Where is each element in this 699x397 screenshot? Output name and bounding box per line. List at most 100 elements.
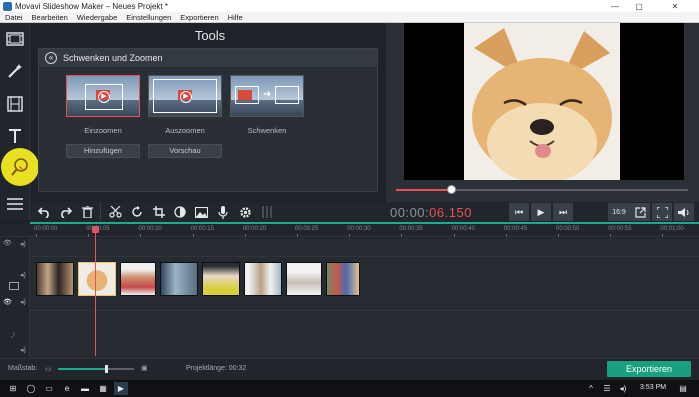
more-tools-button[interactable] — [1, 148, 39, 186]
volume-button[interactable] — [674, 203, 694, 221]
play-button[interactable]: ▶ — [531, 203, 551, 221]
titles-button[interactable] — [3, 124, 27, 148]
redo-button[interactable] — [56, 203, 74, 221]
ruler-tick — [401, 234, 403, 237]
rotate-icon — [132, 206, 142, 217]
close-button[interactable]: ✕ — [651, 0, 699, 12]
store-icon[interactable]: ▦ — [96, 382, 110, 395]
skip-back-icon: ⏮ — [514, 206, 524, 217]
volume-small-icon[interactable]: ◂) — [20, 298, 26, 306]
network-icon[interactable]: ☰ — [600, 382, 614, 395]
trash-icon — [81, 206, 93, 218]
volume-small-icon[interactable]: ◂) — [20, 271, 26, 279]
ruler-time-label: 00:00:00 — [34, 226, 58, 232]
slide-clip[interactable] — [202, 262, 240, 296]
play-icon: ▶ — [537, 206, 545, 217]
color-adjust-button[interactable] — [171, 203, 189, 221]
eye-icon[interactable]: 👁 — [3, 239, 12, 247]
gear-icon — [239, 206, 251, 218]
ruler-tick — [610, 234, 612, 237]
seek-progress — [396, 189, 452, 191]
app-window: Movavi Slideshow Maker – Neues Projekt *… — [0, 0, 699, 397]
slide-clip[interactable] — [326, 262, 360, 296]
panel-title: Schwenken und Zoomen — [63, 53, 163, 63]
previous-button[interactable]: ⏮ — [509, 203, 529, 221]
windows-start-icon[interactable]: ⊞ — [6, 382, 20, 395]
export-button[interactable]: Exportieren — [607, 361, 691, 377]
slide-clip[interactable] — [36, 262, 74, 296]
ruler-tick — [244, 234, 246, 237]
effect-zoom-in-label: Einzoomen — [84, 126, 122, 135]
notifications-icon[interactable]: ▤ — [676, 382, 690, 395]
ruler-tick — [88, 234, 90, 237]
speaker-tray-icon[interactable]: ◂) — [616, 382, 630, 395]
title-track-icon — [9, 282, 19, 290]
settings-button[interactable] — [236, 203, 254, 221]
filmstrip-icon — [7, 96, 23, 112]
undo-icon — [37, 206, 49, 218]
cut-button[interactable] — [106, 203, 124, 221]
equalizer-button[interactable] — [258, 203, 276, 221]
effect-zoom-out-thumb[interactable]: ▶ — [148, 75, 222, 117]
menu-einstellungen[interactable]: Einstellungen — [121, 13, 175, 22]
import-media-button[interactable] — [3, 27, 27, 51]
effect-zoom-in-thumb[interactable]: ▶ — [66, 75, 140, 117]
zoom-slider-handle[interactable] — [105, 365, 109, 373]
preview-image — [464, 23, 620, 180]
fullscreen-button[interactable] — [652, 203, 672, 221]
detach-preview-button[interactable] — [630, 203, 650, 221]
file-explorer-icon[interactable]: ▬ — [78, 382, 92, 395]
volume-small-icon[interactable]: ◂) — [20, 346, 26, 354]
slide-clip[interactable] — [160, 262, 198, 296]
image-settings-button[interactable] — [192, 203, 210, 221]
edge-browser-icon[interactable]: e — [60, 382, 74, 395]
menu-hilfe[interactable]: Hilfe — [223, 13, 247, 22]
menu-bearbeiten[interactable]: Bearbeiten — [27, 13, 72, 22]
film-icon — [6, 32, 24, 46]
slide-clip[interactable] — [120, 262, 156, 296]
task-view-icon[interactable]: ▭ — [42, 382, 56, 395]
volume-small-icon[interactable]: ◂) — [20, 240, 26, 248]
movavi-taskbar-icon[interactable]: ▶ — [114, 382, 128, 395]
rotate-button[interactable] — [128, 203, 146, 221]
menu-datei[interactable]: Datei — [0, 13, 27, 22]
eye-icon[interactable]: 👁 — [3, 298, 12, 306]
transitions-button[interactable] — [3, 92, 27, 116]
ruler-tick — [349, 234, 351, 237]
ruler-tick — [453, 234, 455, 237]
next-button[interactable]: ⏭ — [553, 203, 573, 221]
playhead-line — [95, 229, 96, 356]
tray-expand-icon[interactable]: ^ — [584, 382, 598, 395]
ruler-time-label: 00:01:00 — [660, 226, 684, 232]
add-effect-button[interactable]: Hinzufügen — [66, 144, 140, 158]
menu-wiedergabe[interactable]: Wiedergabe — [72, 13, 121, 22]
music-note-icon: ♪ — [10, 327, 16, 341]
clock[interactable]: 3:53 PM — [640, 384, 666, 391]
slide-clip[interactable] — [286, 262, 322, 296]
filters-button[interactable] — [3, 59, 27, 83]
menu-exportieren[interactable]: Exportieren — [175, 13, 222, 22]
slide-clip[interactable] — [244, 262, 282, 296]
external-window-icon — [634, 206, 646, 218]
zoom-in-icon[interactable]: ▣ — [141, 364, 148, 372]
record-audio-button[interactable] — [214, 203, 232, 221]
back-icon[interactable]: « — [45, 52, 57, 64]
play-preview-icon: ▶ — [180, 91, 192, 103]
aspect-ratio-button[interactable]: 16:9 — [608, 203, 630, 221]
list-menu-button[interactable] — [3, 192, 27, 216]
preview-effect-button[interactable]: Vorschau — [148, 144, 222, 158]
ruler-tick — [662, 234, 664, 237]
crop-button[interactable] — [150, 203, 168, 221]
ruler-tick — [140, 234, 142, 237]
zoom-out-icon[interactable]: ▭ — [45, 365, 52, 373]
search-icon[interactable]: ◯ — [24, 382, 38, 395]
slide-clip-selected[interactable] — [78, 262, 116, 296]
delete-button[interactable] — [78, 203, 96, 221]
effect-pan-thumb[interactable]: ➜ — [230, 75, 304, 117]
undo-button[interactable] — [35, 203, 53, 221]
ruler-time-label: 00:00:05 — [86, 226, 110, 232]
redo-icon — [60, 206, 72, 218]
maximize-button[interactable]: ▢ — [627, 0, 651, 12]
minimize-button[interactable]: — — [603, 0, 627, 12]
ruler-time-label: 00:00:25 — [295, 226, 319, 232]
